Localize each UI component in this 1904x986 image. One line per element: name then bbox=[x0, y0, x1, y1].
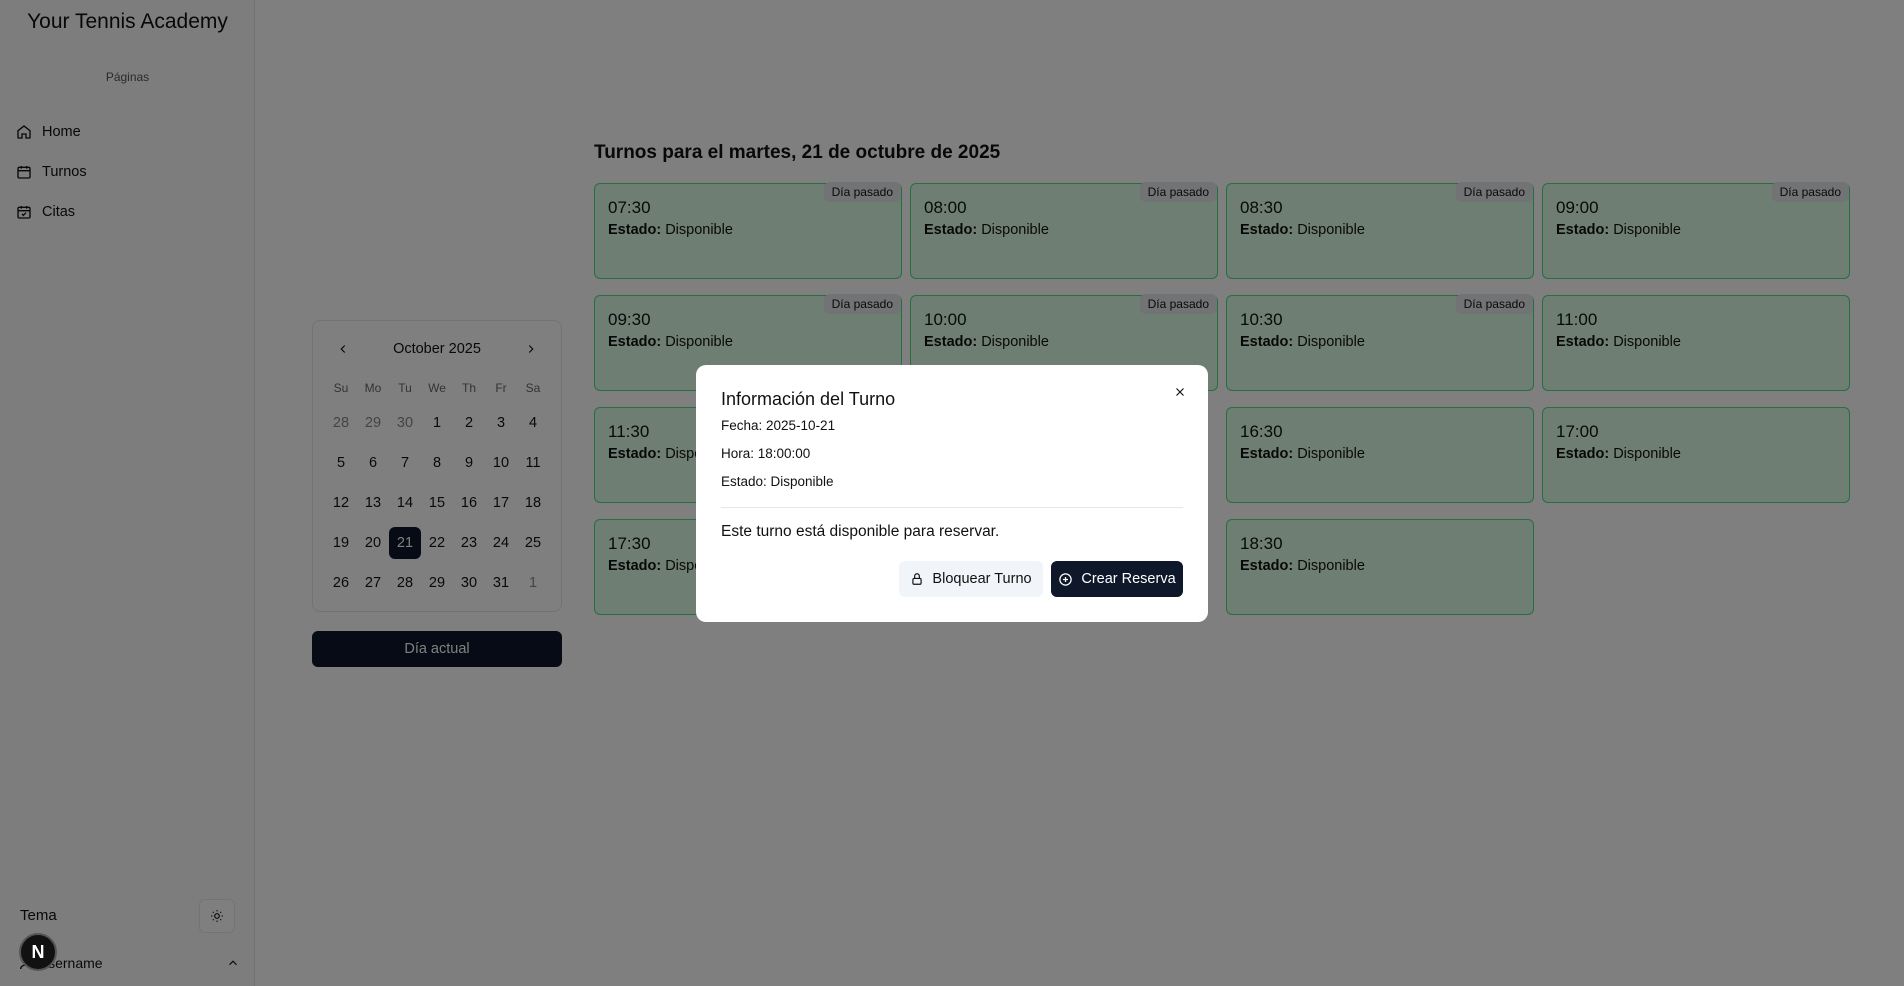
lock-icon bbox=[912, 573, 923, 585]
close-icon bbox=[1176, 388, 1184, 396]
avatar[interactable]: N bbox=[19, 933, 57, 971]
block-slot-label: Bloquear Turno bbox=[932, 571, 1032, 587]
slot-info-dialog: Información del Turno Fecha: 2025-10-21 … bbox=[696, 365, 1208, 622]
create-booking-button[interactable]: Crear Reserva bbox=[1051, 561, 1183, 597]
slot-date: Fecha: 2025-10-21 bbox=[721, 418, 836, 433]
close-button[interactable] bbox=[1170, 382, 1190, 402]
slot-time: Hora: 18:00:00 bbox=[721, 446, 811, 461]
slot-status: Estado: Disponible bbox=[721, 474, 834, 489]
dialog-message: Este turno está disponible para reservar… bbox=[721, 523, 1000, 540]
divider bbox=[721, 507, 1183, 508]
create-booking-label: Crear Reserva bbox=[1081, 571, 1176, 587]
block-slot-button[interactable]: Bloquear Turno bbox=[899, 561, 1043, 597]
plus-circle-icon bbox=[1059, 572, 1073, 586]
dialog-title: Información del Turno bbox=[721, 389, 896, 409]
